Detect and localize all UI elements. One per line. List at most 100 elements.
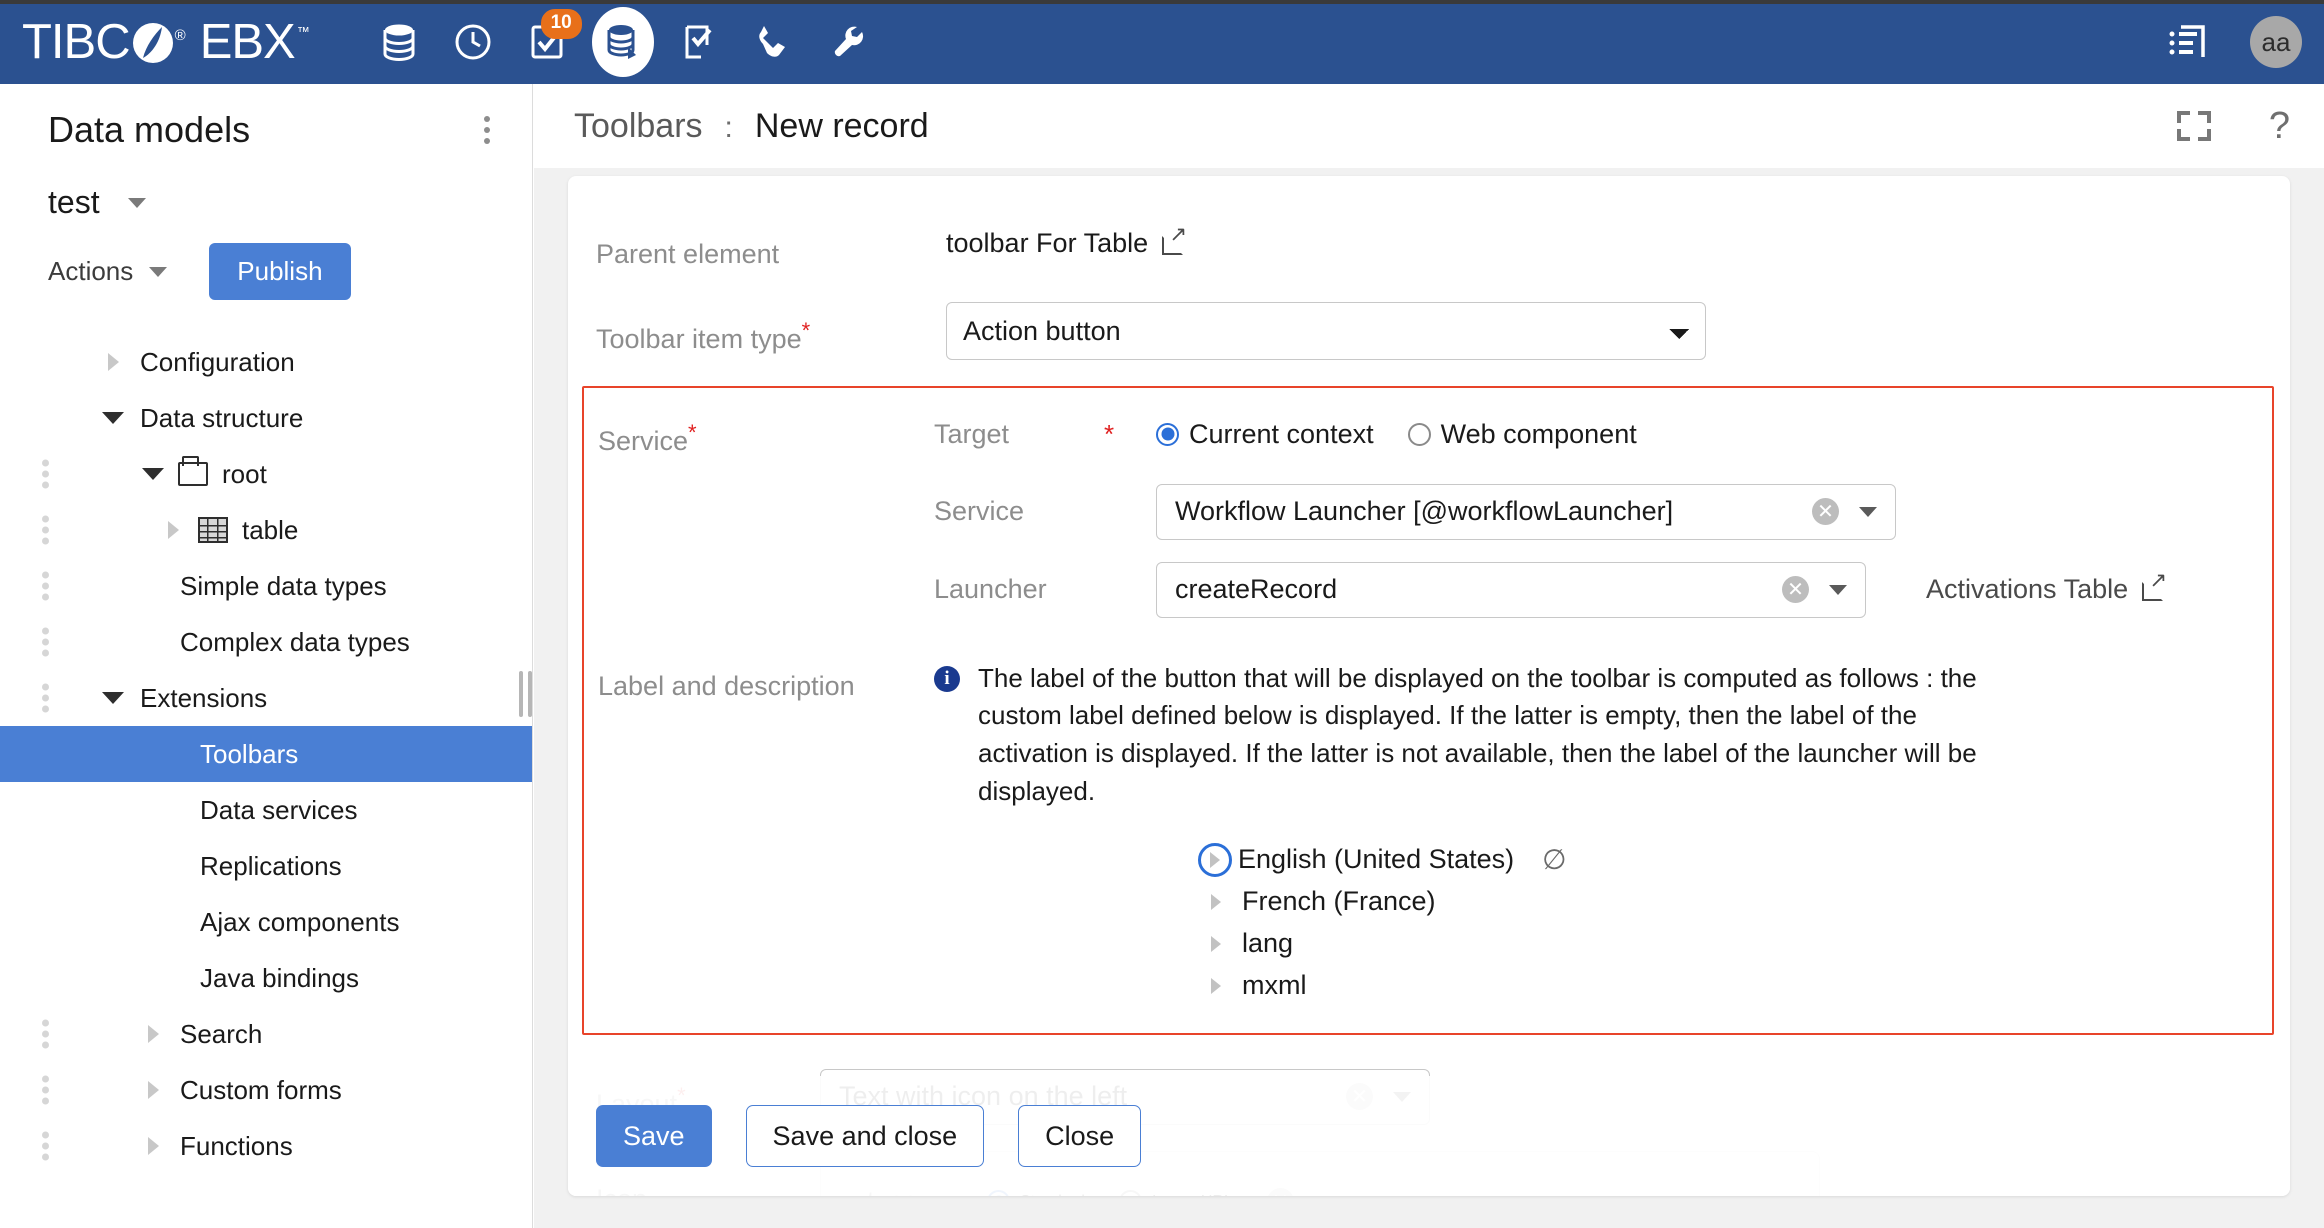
lang-row-mxml[interactable]: mxml [1198,965,2272,1007]
radio-web-component[interactable] [1408,423,1431,446]
dropdown-caret-icon[interactable] [1829,585,1847,595]
sidebar-tree-item-label: Java bindings [200,963,359,994]
sidebar-tree-item-complex-data-types[interactable]: Complex data types [0,614,532,670]
radio-current-context-label[interactable]: Current context [1189,419,1374,450]
required-asterisk: * [802,318,811,343]
chevron-right-icon[interactable] [1202,894,1230,910]
sidebar-tree-item-toolbars[interactable]: Toolbars [0,726,532,782]
radio-web-component-label[interactable]: Web component [1441,419,1637,450]
model-selector-row: test [0,154,532,221]
drag-handle-icon[interactable] [42,516,49,545]
publish-button[interactable]: Publish [209,243,350,300]
drag-handle-icon[interactable] [42,1020,49,1049]
drag-handle-icon[interactable] [42,628,49,657]
sidebar-tree-item-root[interactable]: root [0,446,532,502]
main-header: Toolbars : New record ? [534,84,2324,168]
sidebar-tree-item-data-services[interactable]: Data services [0,782,532,838]
sidebar-actions-row: Actions Publish [0,221,532,300]
launcher-field-input[interactable]: createRecord ✕ [1156,562,1866,618]
chevron-right-icon[interactable] [160,521,186,539]
clear-icon[interactable]: ✕ [1812,498,1839,525]
logo-trademark-mark: ™ [297,24,310,39]
database-icon[interactable] [370,13,428,71]
sidebar-tree-item-java-bindings[interactable]: Java bindings [0,950,532,1006]
sidebar-tree-item-label: table [242,515,298,546]
radio-current-context[interactable] [1156,423,1179,446]
table-icon [198,517,228,543]
chevron-right-icon[interactable] [140,1081,166,1099]
clock-icon[interactable] [444,13,502,71]
chevron-down-icon[interactable] [100,692,126,704]
corner-mark [2177,111,2190,123]
close-button[interactable]: Close [1018,1105,1141,1167]
sidebar-tree-item-configuration[interactable]: Configuration [0,334,532,390]
window-chrome-strip [0,0,2324,4]
grip-dot [42,1098,49,1105]
sidebar-tree-item-ajax-components[interactable]: Ajax components [0,894,532,950]
sidebar-tree-item-custom-forms[interactable]: Custom forms [0,1062,532,1118]
chevron-right-icon[interactable] [140,1137,166,1155]
drag-handle-icon[interactable] [42,572,49,601]
clear-icon[interactable]: ✕ [1782,576,1809,603]
logo-ebx-text: EBX [200,14,295,70]
lang-row-lang[interactable]: lang [1198,923,2272,965]
lang-row-english-united-states[interactable]: English (United States) ∅ [1198,839,2272,881]
model-dropdown-caret-icon[interactable] [128,198,146,208]
grip-dot [42,1143,49,1150]
sidebar-tree-item-data-structure[interactable]: Data structure [0,390,532,446]
launcher-field-label: Launcher [934,574,1104,605]
corner-mark [2177,129,2190,141]
sidebar-tree-item-label: Data structure [140,403,303,434]
activations-table-link[interactable]: Activations Table [1926,574,2164,605]
save-button[interactable]: Save [596,1105,712,1167]
sidebar-tree-item-extensions[interactable]: Extensions [0,670,532,726]
user-avatar[interactable]: aa [2250,16,2302,68]
list-view-icon[interactable] [2158,13,2216,71]
wrench-tools-icon[interactable] [818,13,876,71]
dropdown-caret-icon[interactable] [1859,507,1877,517]
sidebar-tree-item-simple-data-types[interactable]: Simple data types [0,558,532,614]
sidebar-tree-item-replications[interactable]: Replications [0,838,532,894]
sidebar-tree-item-table[interactable]: table [0,502,532,558]
chevron-right-icon[interactable] [1202,978,1230,994]
chevron-right-icon[interactable] [100,353,126,371]
task-checklist-icon[interactable]: 10 [518,13,576,71]
sidebar-tree-item-search[interactable]: Search [0,1006,532,1062]
breadcrumb-parent[interactable]: Toolbars [574,107,703,146]
external-link-icon[interactable] [1162,233,1184,255]
save-and-close-button[interactable]: Save and close [746,1105,985,1167]
grip-dot [42,628,49,635]
chevron-right-icon[interactable] [140,1025,166,1043]
chevron-right-icon[interactable] [1198,843,1232,877]
sidebar-tree-item-label: Configuration [140,347,295,378]
drag-handle-icon[interactable] [42,684,49,713]
service-field-input[interactable]: Workflow Launcher [@workflowLauncher] ✕ [1156,484,1896,540]
chevron-down-icon[interactable] [140,468,166,480]
sidebar-tree-item-label: Custom forms [180,1075,342,1106]
top-bar-right-group: aa [2150,0,2302,84]
fullscreen-icon[interactable] [2177,111,2211,141]
sidebar-tree-item-functions[interactable]: Functions [0,1118,532,1174]
actions-dropdown-caret-icon[interactable] [149,267,167,277]
validation-check-icon[interactable] [670,13,728,71]
drag-handle-icon[interactable] [42,1076,49,1105]
lang-row-french-france[interactable]: French (France) [1198,881,2272,923]
breadcrumb: Toolbars : New record [574,107,929,146]
sidebar-more-options-icon[interactable] [470,106,504,154]
toolbar-item-type-select[interactable]: Action buttonSeparatorLabelDrop-down men… [946,302,1706,360]
help-icon[interactable]: ? [2269,107,2290,145]
lang-label: English (United States) [1238,844,1514,875]
drag-handle-icon[interactable] [42,460,49,489]
service-group-label: Service* [598,410,934,457]
drag-handle-icon[interactable] [42,1132,49,1161]
external-link-icon[interactable] [2142,579,2164,601]
actions-menu-label[interactable]: Actions [48,256,133,287]
data-model-icon[interactable] [592,7,654,77]
parent-element-value-link[interactable]: toolbar For Table [946,228,1184,259]
chevron-down-icon[interactable] [100,412,126,424]
left-sidebar: Data models test Actions Publish Configu… [0,84,533,1228]
chevron-right-icon[interactable] [1202,936,1230,952]
plug-connector-icon[interactable] [744,13,802,71]
grip-dot [42,516,49,523]
sidebar-resize-handle[interactable] [516,654,534,734]
